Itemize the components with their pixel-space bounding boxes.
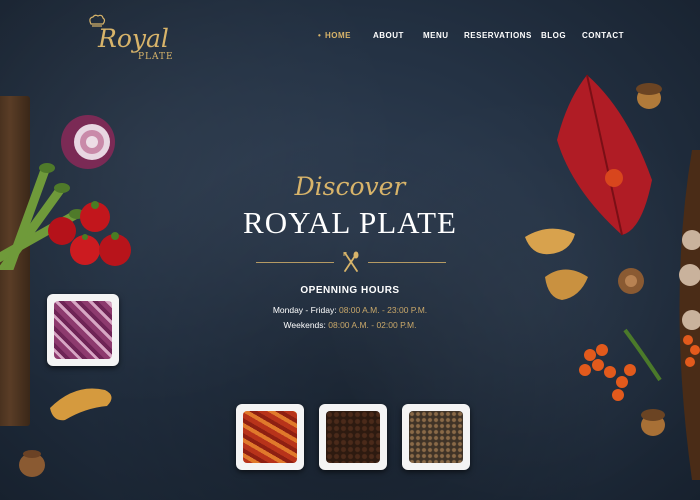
opening-hours-title: OPENNING HOURS xyxy=(300,285,400,296)
main-nav: • HOME ABOUT MENU RESERVATIONS BLOG CONT… xyxy=(0,31,700,47)
nav-menu[interactable]: MENU xyxy=(423,31,449,40)
weekend-label: Weekends: xyxy=(283,320,326,330)
mushroom-image xyxy=(50,388,112,421)
weekend-value: 08:00 A.M. - 02:00 P.M. xyxy=(328,320,417,330)
divider-line-left xyxy=(256,262,334,263)
acorn-image xyxy=(636,83,662,109)
peppercorn-bowl-image xyxy=(402,404,470,470)
hazelnut-image xyxy=(19,450,45,477)
hero-title: ROYAL PLATE xyxy=(243,205,457,240)
nav-blog[interactable]: BLOG xyxy=(541,31,566,40)
hero-discover: Discover xyxy=(294,172,406,201)
hours-weekend: Weekends: 08:00 A.M. - 02:00 P.M. xyxy=(0,320,700,330)
nav-about[interactable]: ABOUT xyxy=(373,31,404,40)
chili-bowl-image xyxy=(236,404,304,470)
active-bullet-icon: • xyxy=(318,31,322,40)
hero-divider xyxy=(256,250,446,274)
nav-contact[interactable]: CONTACT xyxy=(582,31,624,40)
nav-home[interactable]: • HOME xyxy=(318,31,351,40)
red-onion-image xyxy=(61,115,115,169)
acorn-bottom-image xyxy=(641,409,665,436)
logo-small: PLATE xyxy=(138,52,174,62)
nav-reservations[interactable]: RESERVATIONS xyxy=(464,31,532,40)
cutlery-icon xyxy=(343,251,359,272)
weekday-label: Monday - Friday: xyxy=(272,305,337,315)
rowan-berries-image xyxy=(579,328,662,401)
divider-line-right xyxy=(368,262,446,263)
hours-weekday: Monday - Friday: 08:00 A.M. - 23:00 P.M. xyxy=(0,305,700,315)
allspice-bowl-image xyxy=(319,404,387,470)
weekday-value: 08:00 A.M. - 23:00 P.M. xyxy=(338,305,428,315)
nav-home-label: HOME xyxy=(325,31,351,40)
